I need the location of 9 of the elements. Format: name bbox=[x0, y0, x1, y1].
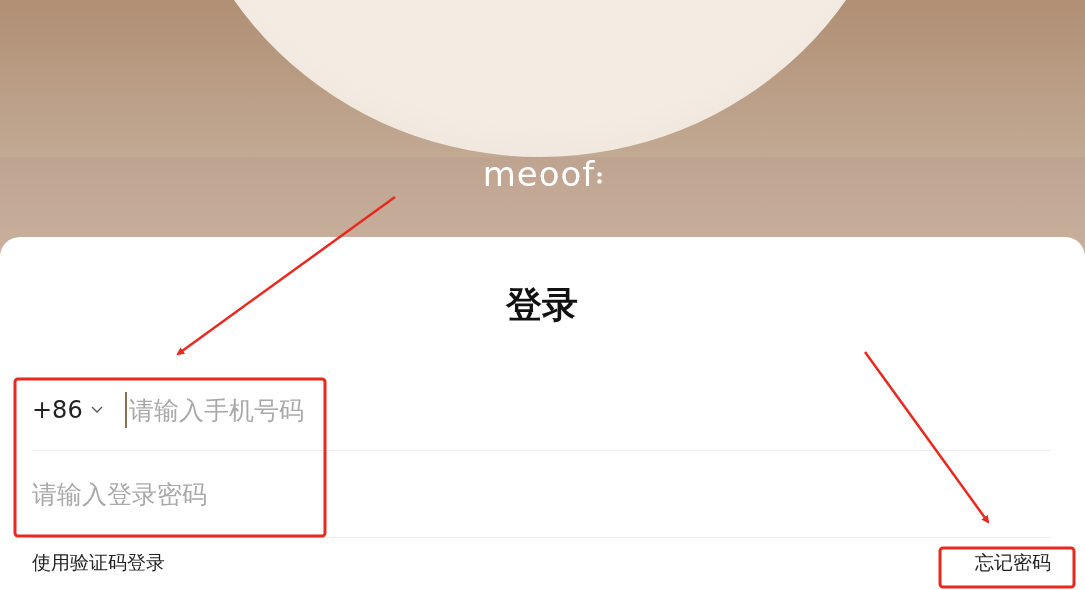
sms-login-link[interactable]: 使用验证码登录 bbox=[32, 550, 165, 576]
password-input[interactable]: 请输入登录密码 bbox=[32, 479, 1051, 509]
dots-icon bbox=[597, 172, 603, 184]
forgot-password-link[interactable]: 忘记密码 bbox=[975, 550, 1051, 576]
brand-logo: meoof bbox=[482, 154, 596, 194]
country-code-selector[interactable]: +86 bbox=[32, 396, 103, 424]
page-title: 登录 bbox=[505, 283, 578, 327]
chevron-down-icon bbox=[90, 406, 103, 414]
phone-input[interactable]: 请输入手机号码 bbox=[128, 395, 1051, 425]
